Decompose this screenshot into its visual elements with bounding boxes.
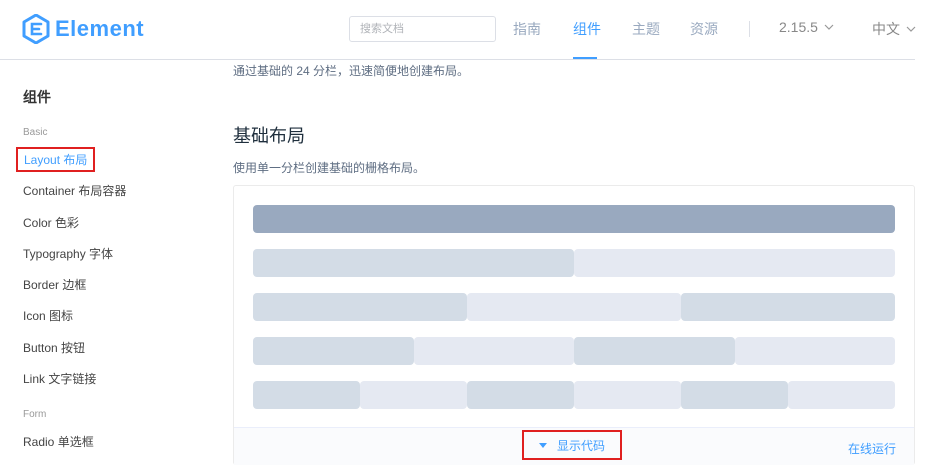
version-dropdown[interactable]: 2.15.5 [779,19,834,35]
sidebar-item-radio[interactable]: Radio 单选框 [23,433,94,450]
grid-col [253,337,414,365]
chevron-down-icon [824,24,834,30]
grid-row [253,293,895,321]
show-code-label: 显示代码 [556,438,605,453]
nav-resource[interactable]: 资源 [690,19,718,39]
grid-col [253,205,895,233]
grid-col [734,337,895,365]
grid-col [413,337,574,365]
sidebar-group-basic: Basic [23,127,48,138]
grid-col [467,293,681,321]
sidebar-item-container[interactable]: Container 布局容器 [23,182,126,199]
grid-row [253,337,895,365]
sidebar-group-form: Form [23,409,47,420]
nav-divider [749,21,750,37]
nav-guide[interactable]: 指南 [513,19,541,39]
grid-row [253,205,895,233]
nav-component[interactable]: 组件 [573,19,601,39]
demo-block: 显示代码 在线运行 [233,185,915,465]
grid-col [681,381,788,409]
sidebar: 组件 Basic Layout 布局 Container 布局容器 Color … [0,60,210,468]
grid-col [253,381,360,409]
logo[interactable]: Element [22,13,144,45]
grid-row [253,381,895,409]
intro-text: 通过基础的 24 分栏，迅速简便地创建布局。 [233,64,470,78]
sidebar-item-typography[interactable]: Typography 字体 [23,245,113,262]
grid-col [681,293,895,321]
search-input[interactable] [349,16,496,42]
language-dropdown[interactable]: 中文 [872,19,916,39]
section-description: 使用单一分栏创建基础的栅格布局。 [233,161,426,175]
sidebar-item-button[interactable]: Button 按钮 [23,339,85,356]
sidebar-item-icon[interactable]: Icon 图标 [23,307,73,324]
grid-col [360,381,467,409]
chevron-down-icon [906,26,916,32]
grid-col [253,293,467,321]
language-label: 中文 [872,21,900,37]
run-online-link[interactable]: 在线运行 [848,440,896,457]
show-code-button[interactable]: 显示代码 [522,430,622,460]
grid-col [574,381,681,409]
sidebar-item-border[interactable]: Border 边框 [23,276,86,293]
grid-row [253,249,895,277]
top-header: Element 指南 组件 主题 资源 2.15.5 中文 [0,0,931,60]
element-logo-icon [22,14,50,44]
sidebar-title: 组件 [23,89,51,105]
demo-footer: 显示代码 在线运行 [234,427,914,465]
grid-col [788,381,895,409]
grid-col [574,249,895,277]
version-label: 2.15.5 [779,19,818,35]
grid-col [253,249,574,277]
sidebar-item-link[interactable]: Link 文字链接 [23,370,96,387]
logo-text: Element [55,16,145,41]
grid-col [574,337,735,365]
caret-down-icon [538,442,547,448]
nav-theme[interactable]: 主题 [632,19,660,39]
grid-col [467,381,574,409]
sidebar-item-color[interactable]: Color 色彩 [23,214,79,231]
section-title: 基础布局 [233,126,305,146]
sidebar-item-layout[interactable]: Layout 布局 [16,147,96,172]
